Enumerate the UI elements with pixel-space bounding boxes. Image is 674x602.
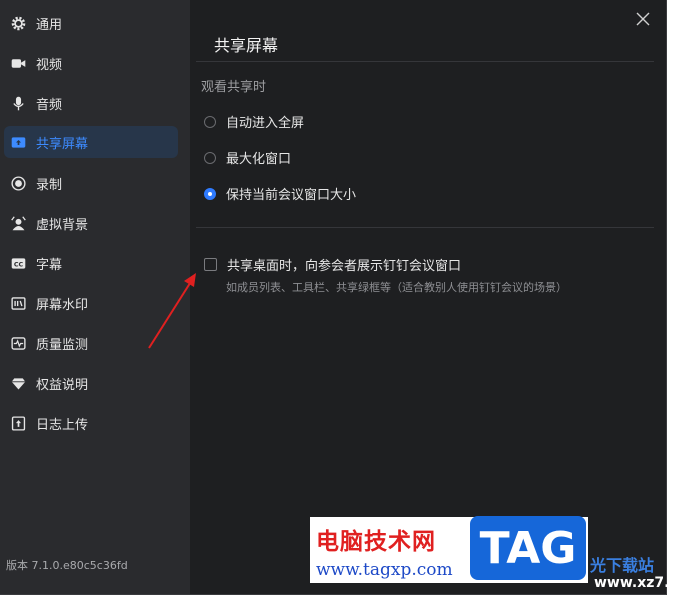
option-label: 最大化窗口 [226,152,292,167]
radio-button[interactable] [204,115,216,128]
divider [196,61,654,62]
share-screen-icon [8,132,28,152]
microphone-icon [8,93,28,113]
settings-content: 共享屏幕 观看共享时 自动进入全屏 最大化窗口 保持当前会议窗口大小 共享桌面时… [190,0,666,594]
sidebar-item-label: 字幕 [36,257,63,273]
monitor-icon [8,333,28,353]
close-button[interactable] [632,8,654,30]
sidebar-item-record[interactable]: 录制 [4,167,178,199]
record-icon [8,173,28,193]
checkbox[interactable] [204,258,217,271]
option-auto-fullscreen[interactable]: 自动进入全屏 [204,112,304,131]
sidebar-item-label: 通用 [36,17,63,33]
sidebar-item-label: 权益说明 [36,377,89,393]
sidebar-item-general[interactable]: 通用 [4,7,178,39]
red-arrow-annotation [148,273,196,349]
option-keep-window-size[interactable]: 保持当前会议窗口大小 [204,184,356,203]
watermark-badge: TAG [470,516,586,580]
checkbox-label: 共享桌面时，向参会者展示钉钉会议窗口 [227,259,462,274]
close-icon [636,12,650,26]
option-label: 自动进入全屏 [226,116,305,131]
section-label: 观看共享时 [201,80,267,95]
virtual-background-icon [8,213,28,233]
sidebar-item-video[interactable]: 视频 [4,47,178,79]
show-meeting-window-option[interactable]: 共享桌面时，向参会者展示钉钉会议窗口 [204,255,461,274]
option-maximize-window[interactable]: 最大化窗口 [204,148,291,167]
watermark-side-url: www.xz7.com [594,575,674,591]
svg-text:CC: CC [13,260,23,268]
sidebar-item-upload-log[interactable]: 日志上传 [4,407,178,439]
sidebar-item-virtual-background[interactable]: 虚拟背景 [4,207,178,239]
divider [196,227,654,228]
watermark-icon [8,293,28,313]
sidebar-item-share-screen[interactable]: 共享屏幕 [4,126,178,158]
sidebar-item-label: 屏幕水印 [36,297,89,313]
settings-window: 通用 视频 音频 共享屏幕 录制 虚拟背景 CC 字幕 屏幕水印 质量监测 权益… [0,0,667,595]
sidebar-item-label: 质量监测 [36,337,89,353]
page-title: 共享屏幕 [214,36,279,55]
watermark-side-text: 光下载站 [590,556,655,575]
caption-icon: CC [8,253,28,273]
sidebar-item-label: 日志上传 [36,417,89,433]
sidebar-item-label: 共享屏幕 [36,136,89,152]
sidebar-item-audio[interactable]: 音频 [4,87,178,119]
sidebar-item-label: 视频 [36,57,63,73]
diamond-icon [8,373,28,393]
watermark-title: 电脑技术网 [316,528,436,555]
sidebar-item-label: 虚拟背景 [36,217,89,233]
upload-log-icon [8,413,28,433]
watermark-url: www.tagxp.com [316,560,453,580]
sidebar-item-label: 录制 [36,177,63,193]
camera-icon [8,53,28,73]
sidebar-item-label: 音频 [36,97,63,113]
radio-button-checked[interactable] [204,187,216,200]
radio-button[interactable] [204,151,216,164]
sidebar-item-benefits[interactable]: 权益说明 [4,367,178,399]
version-text: 版本 7.1.0.e80c5c36fd [6,559,128,572]
option-hint: 如成员列表、工具栏、共享绿框等（适合教别人使用钉钉会议的场景） [226,281,567,294]
option-label: 保持当前会议窗口大小 [226,188,357,203]
gear-icon [8,13,28,33]
